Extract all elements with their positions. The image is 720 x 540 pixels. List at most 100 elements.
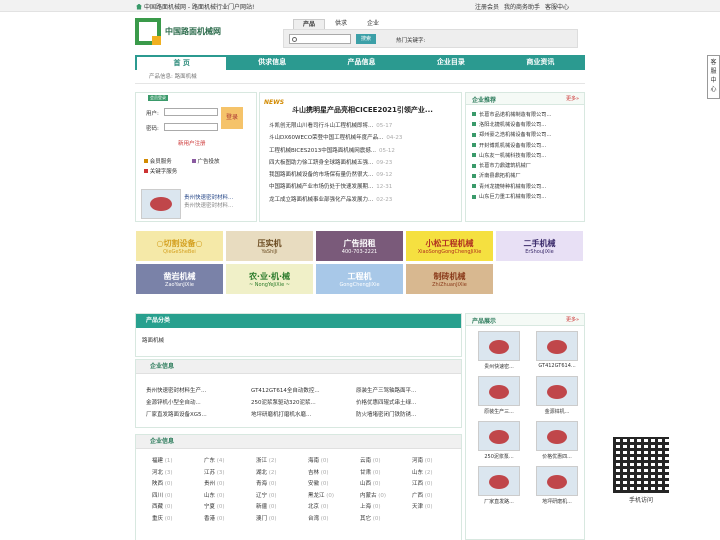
province-name[interactable]: 青海 xyxy=(256,481,267,487)
ad-banner[interactable]: 凿岩机械 ZaoYanJiXie xyxy=(136,264,223,294)
product-image[interactable] xyxy=(536,331,578,361)
company-info-item[interactable]: GT412GT614全自动数控... xyxy=(251,386,356,394)
assistant-link[interactable]: 我的商务助手 xyxy=(504,2,540,11)
ad-banner[interactable]: 农·业·机·械 ~ NongYeJiXie ~ xyxy=(226,264,313,294)
ad-banner[interactable]: 工程机 GongChengJiXie xyxy=(316,264,403,294)
product-thumb[interactable] xyxy=(141,189,181,219)
province-name[interactable]: 山西 xyxy=(360,481,371,487)
news-item-title[interactable]: 斗山DX60WECO荣登中国工程机械年度产品... xyxy=(269,135,383,141)
province-name[interactable]: 福建 xyxy=(152,458,163,464)
news-item[interactable]: 中国路面机械产业市场仍处于快速发展期... 12-31 xyxy=(269,182,402,194)
province-name[interactable]: 澳门 xyxy=(256,516,267,522)
province-item[interactable]: 江苏 (3) xyxy=(204,468,256,476)
company-info-item[interactable]: 地坪研磨机打磨机水磨... xyxy=(251,410,356,418)
product-show-label[interactable]: 地坪研磨机... xyxy=(530,498,584,505)
province-name[interactable]: 其它 xyxy=(360,516,371,522)
company-info-item[interactable]: 金源锌机小型全自动... xyxy=(146,398,251,406)
product-show-item[interactable]: 金源锌机... xyxy=(530,376,584,415)
news-item-title[interactable]: 四大板图助力徐工跻身全球路面机械五强... xyxy=(269,160,373,166)
province-item[interactable]: 吉林 (0) xyxy=(308,468,360,476)
product-image[interactable] xyxy=(536,421,578,451)
search-input[interactable] xyxy=(289,34,351,44)
province-item[interactable]: 青海 (0) xyxy=(256,479,308,487)
province-item[interactable]: 内蒙古 (0) xyxy=(360,491,412,499)
province-name[interactable]: 吉林 xyxy=(308,470,319,476)
province-name[interactable]: 台湾 xyxy=(308,516,319,522)
home-icon[interactable] xyxy=(136,3,142,10)
news-item[interactable]: 我国路面机械设备的市场保有量仍然很大... 09-12 xyxy=(269,170,402,182)
product-show-more-link[interactable]: 更多» xyxy=(566,316,579,323)
province-item[interactable]: 山西 (0) xyxy=(360,479,412,487)
province-item[interactable]: 海南 (0) xyxy=(308,456,360,464)
province-item[interactable]: 湖北 (2) xyxy=(256,468,308,476)
province-item[interactable]: 贵州 (0) xyxy=(204,479,256,487)
product-show-label[interactable]: 价格优惠四... xyxy=(530,453,584,460)
product-image[interactable] xyxy=(478,466,520,496)
province-item[interactable]: 山东 (2) xyxy=(412,468,464,476)
nav-home[interactable]: 首 页 xyxy=(137,57,227,70)
recommend-item-label[interactable]: 长葛市力鼎建筑机械厂 xyxy=(479,162,531,169)
province-name[interactable]: 天津 xyxy=(412,504,423,510)
province-name[interactable]: 山东 xyxy=(412,470,423,476)
member-service-link[interactable]: 会员服务 xyxy=(144,157,172,165)
product-show-item[interactable]: 250泥浆泵... xyxy=(472,421,526,460)
company-info-item[interactable]: 厂家直发路面设备XG5... xyxy=(146,410,251,418)
recommend-item[interactable]: 青州龙捷特种机械有限公司... xyxy=(472,181,584,191)
nav-companies[interactable]: 企业目录 xyxy=(406,55,495,70)
province-name[interactable]: 广东 xyxy=(204,458,215,464)
province-item[interactable]: 四川 (0) xyxy=(152,491,204,499)
province-item[interactable]: 江西 (0) xyxy=(412,479,464,487)
province-name[interactable]: 江西 xyxy=(412,481,423,487)
ad-banner[interactable]: ○切割设备○ QieGeSheBei xyxy=(136,231,223,261)
province-name[interactable]: 湖北 xyxy=(256,470,267,476)
recommend-item-label[interactable]: 青州龙捷特种机械有限公司... xyxy=(479,183,546,190)
province-name[interactable]: 辽宁 xyxy=(256,493,267,499)
ad-banner[interactable]: 广告招租 400-703-2221 xyxy=(316,231,403,261)
recommend-item[interactable]: 长葛市力鼎建筑机械厂 xyxy=(472,160,584,170)
province-name[interactable]: 黑龙江 xyxy=(308,493,325,499)
province-item[interactable]: 台湾 (0) xyxy=(308,514,360,522)
province-item[interactable]: 山东 (0) xyxy=(204,491,256,499)
province-name[interactable]: 河北 xyxy=(152,470,163,476)
password-input[interactable] xyxy=(164,123,218,131)
news-item-title[interactable]: 中国路面机械产业市场仍处于快速发展期... xyxy=(269,184,373,190)
province-name[interactable]: 云南 xyxy=(360,458,371,464)
username-input[interactable] xyxy=(164,108,218,116)
register-link[interactable]: 新用户注册 xyxy=(178,139,206,147)
company-info-item[interactable]: 贵州快速密封材料生产... xyxy=(146,386,251,394)
recommend-item[interactable]: 开封博凯机械设备有限公司... xyxy=(472,140,584,150)
product-image[interactable] xyxy=(478,376,520,406)
province-name[interactable]: 北京 xyxy=(308,504,319,510)
province-item[interactable]: 陕西 (0) xyxy=(152,479,204,487)
product-show-item[interactable]: 厂家直发路... xyxy=(472,466,526,505)
province-name[interactable]: 甘肃 xyxy=(360,470,371,476)
province-item[interactable]: 北京 (0) xyxy=(308,502,360,510)
province-item[interactable]: 河南 (0) xyxy=(412,456,464,464)
service-link[interactable]: 客服中心 xyxy=(545,2,569,11)
province-item[interactable]: 云南 (0) xyxy=(360,456,412,464)
province-item[interactable]: 辽宁 (0) xyxy=(256,491,308,499)
province-name[interactable]: 海南 xyxy=(308,458,319,464)
search-button[interactable]: 搜索 xyxy=(356,34,376,44)
news-item-title[interactable]: 工程机械BICES2013中国路面机械网震撼... xyxy=(269,148,376,154)
recommend-item[interactable]: 山东巨力重工机械有限公司... xyxy=(472,191,584,201)
recommend-item-label[interactable]: 洛阳北捷机械设备有限公司... xyxy=(479,121,546,128)
province-name[interactable]: 重庆 xyxy=(152,516,163,522)
recommend-item-label[interactable]: 开封博凯机械设备有限公司... xyxy=(479,142,546,149)
province-item[interactable]: 澳门 (0) xyxy=(256,514,308,522)
province-name[interactable]: 内蒙古 xyxy=(360,493,377,499)
news-item-title[interactable]: 斗凯创无限山川看司行斗山工程机械即将... xyxy=(269,123,373,129)
province-name[interactable]: 陕西 xyxy=(152,481,163,487)
province-item[interactable]: 上海 (0) xyxy=(360,502,412,510)
login-button[interactable]: 登录 xyxy=(221,107,243,129)
province-name[interactable]: 安徽 xyxy=(308,481,319,487)
register-link[interactable]: 注册会员 xyxy=(475,2,499,11)
news-item-title[interactable]: 龙工成立路面机械事业部强化产品发展力... xyxy=(269,197,373,203)
product-image[interactable] xyxy=(536,376,578,406)
ad-banner[interactable]: 压实机 YaShiJi xyxy=(226,231,313,261)
product-show-label[interactable]: 250泥浆泵... xyxy=(472,453,526,460)
province-item[interactable]: 宁夏 (0) xyxy=(204,502,256,510)
company-info-item[interactable]: 价格优惠四辊式串土绿... xyxy=(356,398,461,406)
recommend-item[interactable]: 长葛市品诺机械制造有限公司... xyxy=(472,109,584,119)
recommend-item[interactable]: 郑州豪之浩机械设备有限公司... xyxy=(472,130,584,140)
